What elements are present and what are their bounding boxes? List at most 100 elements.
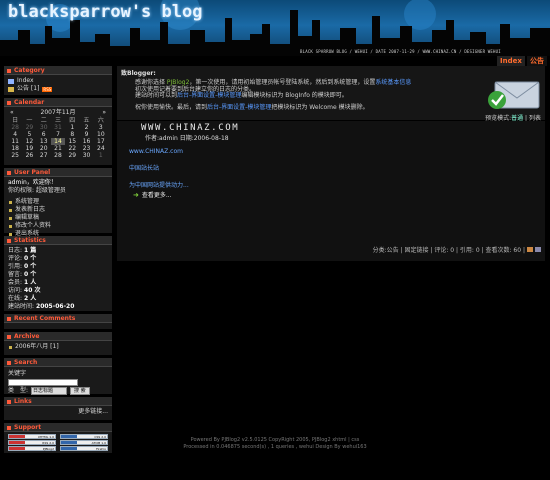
calendar-day[interactable]: 15: [65, 138, 79, 145]
calendar-day[interactable]: 29: [65, 152, 79, 159]
calendar-day[interactable]: 1: [94, 152, 108, 159]
post-entry: WWW.CHINAZ.COM 作者:admin 日期:2006-08-18 ww…: [117, 121, 545, 261]
category-item-label[interactable]: Index: [17, 77, 34, 85]
post-url-link[interactable]: www.CHINAZ.com: [129, 148, 541, 155]
calendar-title: Calendar: [14, 99, 45, 106]
calendar-day[interactable]: 12: [22, 138, 36, 145]
calendar-day[interactable]: 5: [22, 131, 36, 138]
calendar-day[interactable]: 31: [51, 124, 65, 131]
nav-index-link[interactable]: Index: [497, 56, 525, 66]
rss-icon[interactable]: RSS: [42, 86, 53, 92]
category-item-label[interactable]: 公告 [1]: [17, 85, 39, 93]
calendar-day[interactable]: 1: [65, 124, 79, 131]
panel-bullet-icon: [7, 334, 11, 339]
header-banner: blacksparrow's blog BLACK SPARROW BLOG /…: [0, 0, 550, 56]
calendar-prev-button[interactable]: «: [10, 109, 14, 117]
post-title[interactable]: WWW.CHINAZ.COM: [121, 123, 541, 133]
calendar-weekday: 三: [54, 117, 61, 124]
statistics-label: 日志:: [8, 247, 23, 254]
calendar-day[interactable]: 30: [37, 124, 51, 131]
nav-announcement-link[interactable]: 公告: [527, 56, 547, 66]
recent-comments-panel: Recent Comments: [4, 314, 112, 329]
user-link-new-post[interactable]: 发表新日志: [8, 206, 108, 214]
footer: Powered By PJBlog2 v2.5.0125 CopyRight 2…: [0, 437, 550, 451]
calendar-day[interactable]: 3: [94, 124, 108, 131]
calendar-day[interactable]: 21: [51, 145, 65, 152]
calendar-weekday: 六: [97, 117, 104, 124]
calendar-day[interactable]: 9: [79, 131, 93, 138]
user-greeting: admin，欢迎你！: [8, 179, 57, 186]
calendar-next-button[interactable]: »: [102, 109, 106, 117]
calendar-day[interactable]: 28: [51, 152, 65, 159]
panel-bullet-icon: [7, 399, 11, 404]
calendar-day[interactable]: 17: [94, 138, 108, 145]
calendar-day[interactable]: 11: [8, 138, 22, 145]
module-manage-link[interactable]: 后台-界面设置-模块管理: [177, 92, 241, 99]
site-title[interactable]: blacksparrow's blog: [8, 2, 202, 22]
statistics-value: 40 次: [24, 287, 41, 294]
statistics-label: 建站时间:: [8, 303, 35, 310]
calendar-day[interactable]: 10: [94, 131, 108, 138]
statistics-value: 0 个: [24, 271, 37, 278]
statistics-label: 留言:: [8, 271, 23, 278]
category-item-announcement[interactable]: 公告 [1] RSS: [8, 85, 108, 93]
user-link-drafts[interactable]: 编辑草稿: [8, 214, 108, 222]
system-info-link[interactable]: 系统基本信息: [375, 79, 411, 86]
calendar-day[interactable]: 13: [37, 138, 51, 145]
calendar-day[interactable]: 27: [37, 152, 51, 159]
calendar-day[interactable]: 26: [22, 152, 36, 159]
footer-powered: Powered By PJBlog2 v2.5.0125 CopyRight 2…: [190, 437, 360, 443]
calendar-day[interactable]: 2: [79, 124, 93, 131]
calendar-day[interactable]: 16: [79, 138, 93, 145]
calendar-day[interactable]: 20: [37, 145, 51, 152]
calendar-day[interactable]: 6: [37, 131, 51, 138]
statistics-row: 评论: 0 个: [8, 255, 108, 263]
search-scope-select[interactable]: 日志标题: [31, 387, 68, 395]
module-manage-link-2[interactable]: 后台-界面设置-模块管理: [207, 104, 271, 111]
search-button[interactable]: 搜 索: [70, 387, 90, 395]
calendar-day[interactable]: 7: [51, 131, 65, 138]
category-item-index[interactable]: Index: [8, 77, 108, 85]
archive-item[interactable]: 2006年八月 [1]: [8, 343, 108, 351]
calendar-day[interactable]: 24: [94, 145, 108, 152]
nav-bar: [0, 56, 550, 66]
statistics-list: 日志: 1 篇评论: 0 个引用: 0 个留言: 0 个会员: 1 人访问: 40 次在线:…: [4, 245, 112, 311]
calendar-day[interactable]: 25: [8, 152, 22, 159]
post-footer: 分类:公告 | 固定链接 | 评论: 0 | 引用: 0 | 查看次数: 60 …: [373, 245, 541, 254]
user-link-admin[interactable]: 系统管理: [8, 198, 108, 206]
calendar-day[interactable]: 23: [79, 145, 93, 152]
more-links-link[interactable]: 更多链接...: [78, 408, 108, 415]
edit-icon[interactable]: [527, 247, 533, 252]
statistics-value: 1 篇: [24, 247, 37, 254]
calendar-day[interactable]: 29: [22, 124, 36, 131]
panel-bullet-icon: [7, 316, 11, 321]
calendar-day[interactable]: 4: [8, 131, 22, 138]
delete-icon[interactable]: [535, 247, 541, 252]
statistics-row: 留言: 0 个: [8, 271, 108, 279]
statistics-value: 0 个: [24, 263, 37, 270]
search-scope-label: 类 型:: [8, 387, 29, 394]
user-link-profile[interactable]: 修改个人资料: [8, 222, 108, 230]
calendar-day[interactable]: 22: [65, 145, 79, 152]
search-input[interactable]: [8, 379, 78, 386]
home-icon: [8, 78, 14, 84]
pjblog-link[interactable]: PJBlog2: [167, 79, 189, 86]
calendar-day[interactable]: 8: [65, 131, 79, 138]
search-panel: Search 关键字 类 型: 日志标题 搜 索: [4, 358, 112, 395]
statistics-label: 访问:: [8, 287, 23, 294]
welcome-text: 感谢你选择 PJBlog2，第一次使用，请用初始管理员帐号登陆系统，然后到系统管…: [135, 79, 412, 111]
statistics-value: 1 人: [24, 279, 37, 286]
read-more-link[interactable]: ➜ 查看更多...: [133, 190, 541, 200]
statistics-label: 评论:: [8, 255, 23, 262]
calendar-day[interactable]: 19: [22, 145, 36, 152]
user-panel: User Panel admin，欢迎你！ 你的权限: 超级管理员 系统管理 发…: [4, 168, 112, 237]
calendar-day[interactable]: 30: [79, 152, 93, 159]
calendar-day[interactable]: 14: [50, 138, 66, 145]
calendar-days: 28 29 30 31 1 2 3 4 5 6 7 8 9 10 11 12 13 14 15 16 17 18 19 20 2…: [8, 124, 108, 159]
post-footer-text[interactable]: 分类:公告 | 固定链接 | 评论: 0 | 引用: 0 | 查看次数: 60 …: [373, 245, 525, 254]
sidebar: Category Index 公告 [1] RSS Calendar « 200…: [4, 66, 112, 456]
statistics-label: 会员:: [8, 279, 23, 286]
calendar-day[interactable]: 18: [8, 145, 22, 152]
calendar-day[interactable]: 28: [8, 124, 22, 131]
user-link-logout[interactable]: 退出系统: [8, 230, 108, 238]
